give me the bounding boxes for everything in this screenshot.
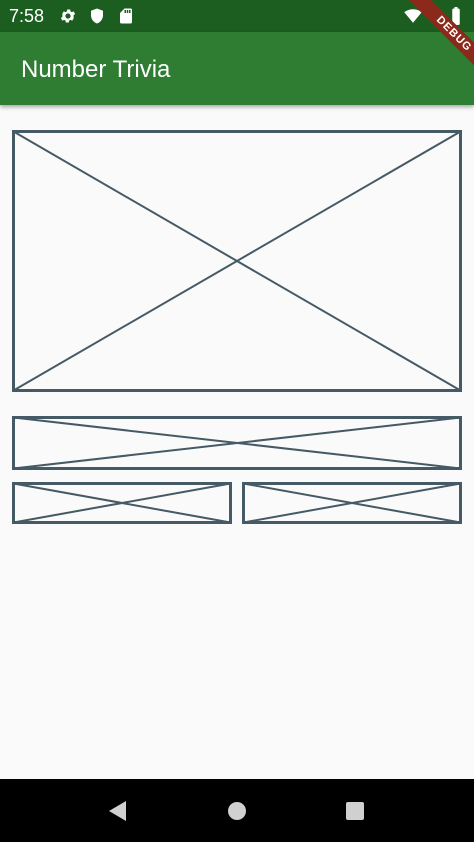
navigation-bar — [0, 779, 474, 842]
sd-card-icon — [120, 8, 132, 24]
gear-icon — [60, 9, 76, 23]
placeholder-wide — [12, 416, 462, 470]
placeholder-large — [12, 130, 462, 392]
placeholder-left — [12, 482, 232, 524]
recents-icon[interactable] — [343, 799, 367, 823]
home-icon[interactable] — [225, 799, 249, 823]
shield-icon — [91, 8, 103, 24]
placeholder-right — [242, 482, 462, 524]
debug-banner: DEBUG — [394, 0, 474, 80]
page-title: Number Trivia — [21, 56, 171, 83]
status-time: 7:58 — [9, 6, 45, 26]
back-icon[interactable] — [106, 799, 130, 823]
main-content — [0, 105, 474, 779]
debug-label: DEBUG — [408, 0, 474, 80]
